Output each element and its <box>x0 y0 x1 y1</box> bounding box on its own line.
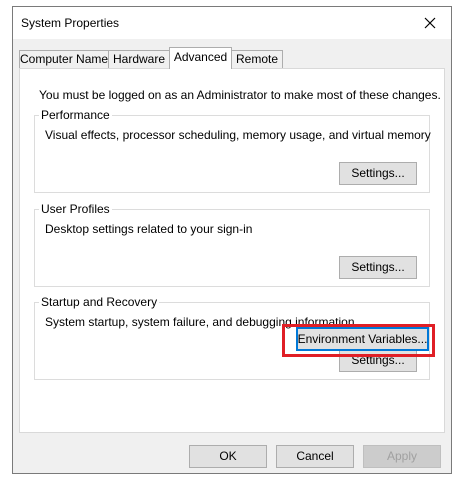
title-bar: System Properties <box>13 7 451 39</box>
tab-hardware[interactable]: Hardware <box>108 50 170 68</box>
performance-group: Performance Visual effects, processor sc… <box>34 108 431 193</box>
environment-variables-button[interactable]: Environment Variables... <box>296 327 429 351</box>
tab-label: Hardware <box>112 52 166 66</box>
tab-computer-name[interactable]: Computer Name <box>19 50 109 68</box>
startup-recovery-title: Startup and Recovery <box>39 295 160 309</box>
user-profiles-description: Desktop settings related to your sign-in <box>45 222 253 236</box>
user-profiles-title: User Profiles <box>39 202 112 216</box>
user-profiles-settings-button[interactable]: Settings... <box>339 256 417 279</box>
advanced-tab-panel: You must be logged on as an Administrato… <box>19 68 445 433</box>
performance-title: Performance <box>39 108 112 122</box>
user-profiles-group: User Profiles Desktop settings related t… <box>34 202 430 287</box>
cancel-button[interactable]: Cancel <box>276 445 354 468</box>
system-properties-window: System Properties Computer Name Hardware… <box>12 6 452 474</box>
admin-notice: You must be logged on as an Administrato… <box>39 88 441 102</box>
apply-button[interactable]: Apply <box>363 445 441 468</box>
close-button[interactable] <box>409 7 451 39</box>
tab-remote[interactable]: Remote <box>231 50 283 68</box>
window-title: System Properties <box>21 16 120 30</box>
tab-label: Remote <box>235 52 279 66</box>
performance-settings-button[interactable]: Settings... <box>339 162 417 185</box>
ok-button[interactable]: OK <box>189 445 267 468</box>
performance-description: Visual effects, processor scheduling, me… <box>45 128 431 142</box>
tab-label: Advanced <box>173 50 228 64</box>
tab-advanced[interactable]: Advanced <box>169 47 232 69</box>
close-icon <box>424 17 436 29</box>
tab-label: Computer Name <box>20 52 109 66</box>
